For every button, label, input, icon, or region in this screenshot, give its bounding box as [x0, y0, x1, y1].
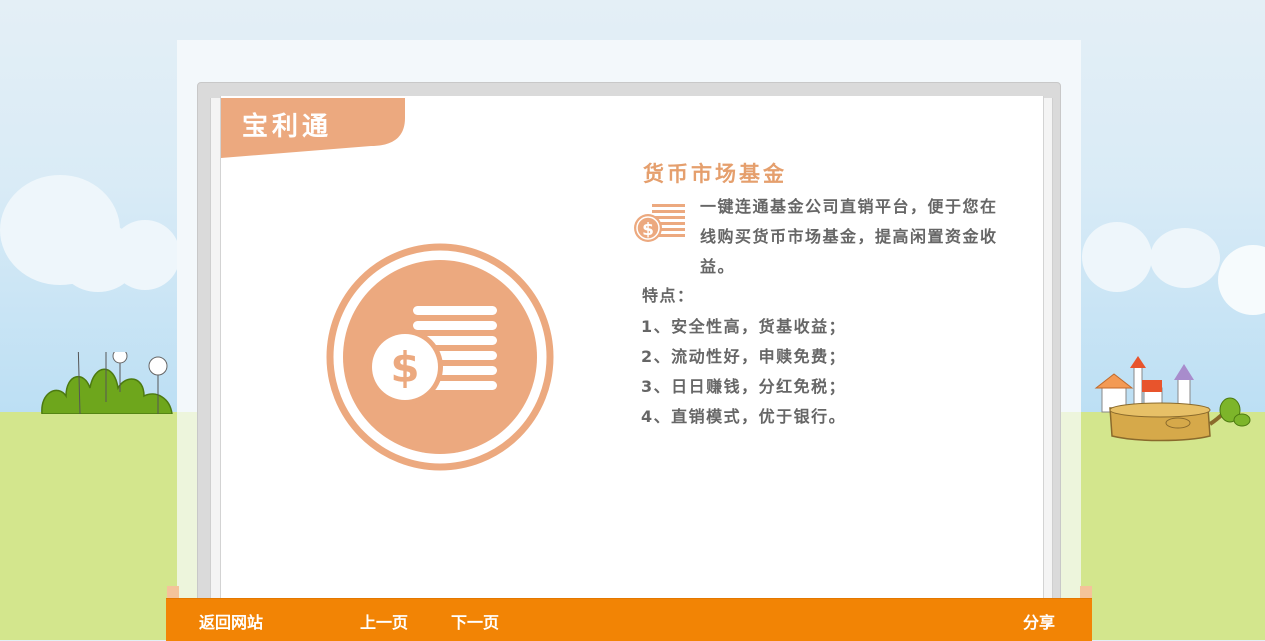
features-heading: 特点：	[642, 286, 695, 305]
description-text: 一键连通基金公司直销平台，便于您在线购买货币市场基金，提高闲置资金收益。	[700, 197, 998, 276]
dollar-coin-stack-icon: $	[326, 243, 554, 471]
features-list: 1、安全性高，货基收益； 2、流动性好，申赎免费； 3、日日赚钱，分红免税； 4…	[641, 312, 846, 432]
svg-text:$: $	[642, 220, 654, 240]
page-title: 货币市场基金	[643, 162, 787, 186]
cloud	[1150, 228, 1220, 288]
svg-text:$: $	[390, 343, 419, 392]
share-button[interactable]: 分享	[1023, 609, 1055, 633]
cloud	[110, 220, 180, 290]
cloud	[1082, 222, 1152, 292]
prev-page-button[interactable]: 上一页	[360, 609, 408, 633]
feature-item: 3、日日赚钱，分红免税；	[641, 377, 847, 396]
next-page-button[interactable]: 下一页	[451, 609, 499, 633]
back-to-site-link[interactable]: 返回网站	[199, 609, 263, 633]
brand-logo-text: 宝利通	[242, 112, 333, 142]
feature-item: 1、安全性高，货基收益；	[641, 317, 847, 336]
feature-item: 2、流动性好，申赎免费；	[641, 347, 847, 366]
feature-item: 4、直销模式，优于银行。	[641, 407, 847, 426]
bottom-nav-bar: 返回网站 上一页 下一页 分享	[166, 598, 1092, 641]
dollar-coin-stack-icon: $	[634, 204, 685, 242]
bush-with-flowers-illustration	[41, 352, 173, 414]
tree-stump-houses-illustration	[1069, 356, 1251, 442]
